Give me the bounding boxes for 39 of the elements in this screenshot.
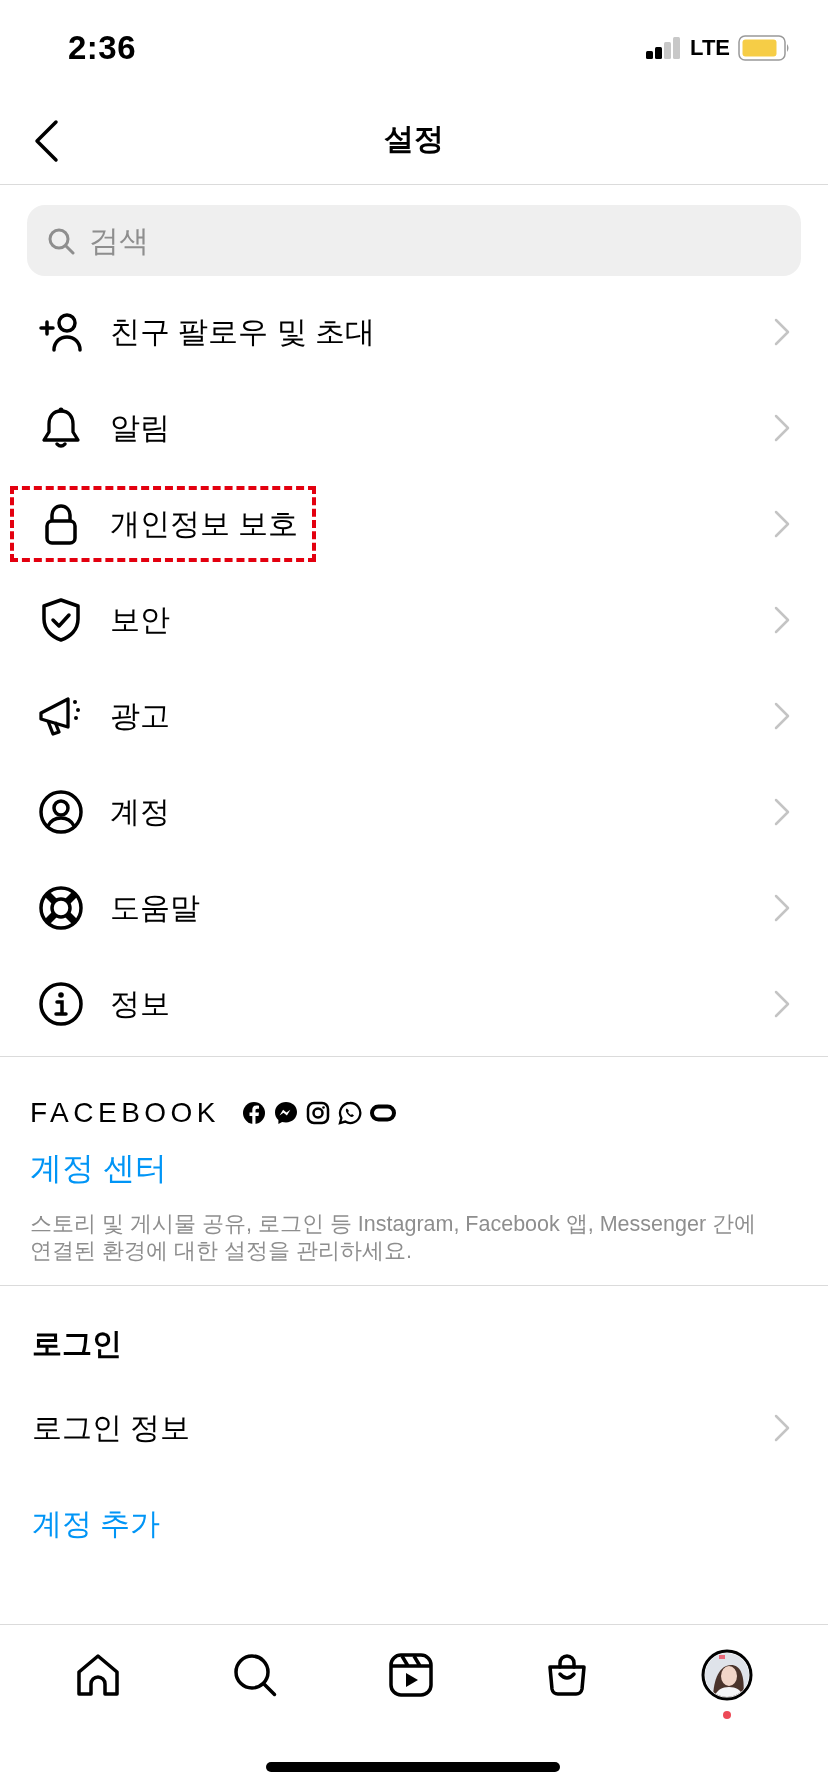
network-label: LTE	[690, 34, 730, 61]
menu-item[interactable]: 보안	[10, 581, 188, 659]
facebook-icon	[242, 1101, 267, 1125]
camera-icon	[306, 1101, 331, 1125]
search-tab[interactable]	[231, 1652, 278, 1698]
chevron-right-icon	[774, 510, 790, 538]
menu-item[interactable]: 로그인 정보	[32, 1407, 191, 1449]
chevron-right-icon	[774, 318, 790, 346]
info-icon	[36, 981, 86, 1027]
chevron-right-icon	[774, 702, 790, 730]
pill-icon	[370, 1103, 397, 1123]
page-title: 설정	[384, 121, 444, 157]
chevron-right-icon	[774, 990, 790, 1018]
menu-item[interactable]: 친구 팔로우 및 초대	[10, 295, 393, 369]
accounts-center-description: 스토리 및 게시물 공유, 로그인 등 Instagram, Facebook 앱, Messenger 간에 연결된 환경에 대한 설정을 관리하세요.	[30, 1211, 758, 1265]
chevron-right-icon	[774, 606, 790, 634]
messenger-icon	[274, 1101, 299, 1125]
menu-item[interactable]: 계정	[10, 773, 188, 851]
search-icon	[47, 227, 75, 255]
section-heading: 로그인	[31, 1325, 123, 1362]
chevron-right-icon	[774, 414, 790, 442]
facebook-wordmark: FACEBOOK	[30, 1097, 221, 1129]
phone-bubble-icon	[338, 1101, 363, 1125]
battery-icon	[738, 34, 790, 61]
menu-item[interactable]: 도움말	[10, 869, 218, 947]
menu-item[interactable]: 광고	[10, 679, 188, 753]
signal-icon	[646, 36, 683, 59]
lifebuoy-icon	[36, 885, 86, 931]
menu-item[interactable]: 개인정보 보호	[10, 486, 317, 562]
menu-item[interactable]: 정보	[10, 965, 188, 1043]
chevron-right-icon	[774, 1414, 790, 1442]
search-field[interactable]: 검색	[27, 205, 801, 276]
account-circle-icon	[36, 789, 86, 835]
menu-item[interactable]: 알림	[10, 390, 188, 466]
chevron-right-icon	[774, 894, 790, 922]
status-time: 2:36	[68, 28, 137, 67]
reels-tab[interactable]	[387, 1652, 434, 1698]
home-tab[interactable]	[75, 1652, 122, 1698]
chevron-right-icon	[774, 798, 790, 826]
